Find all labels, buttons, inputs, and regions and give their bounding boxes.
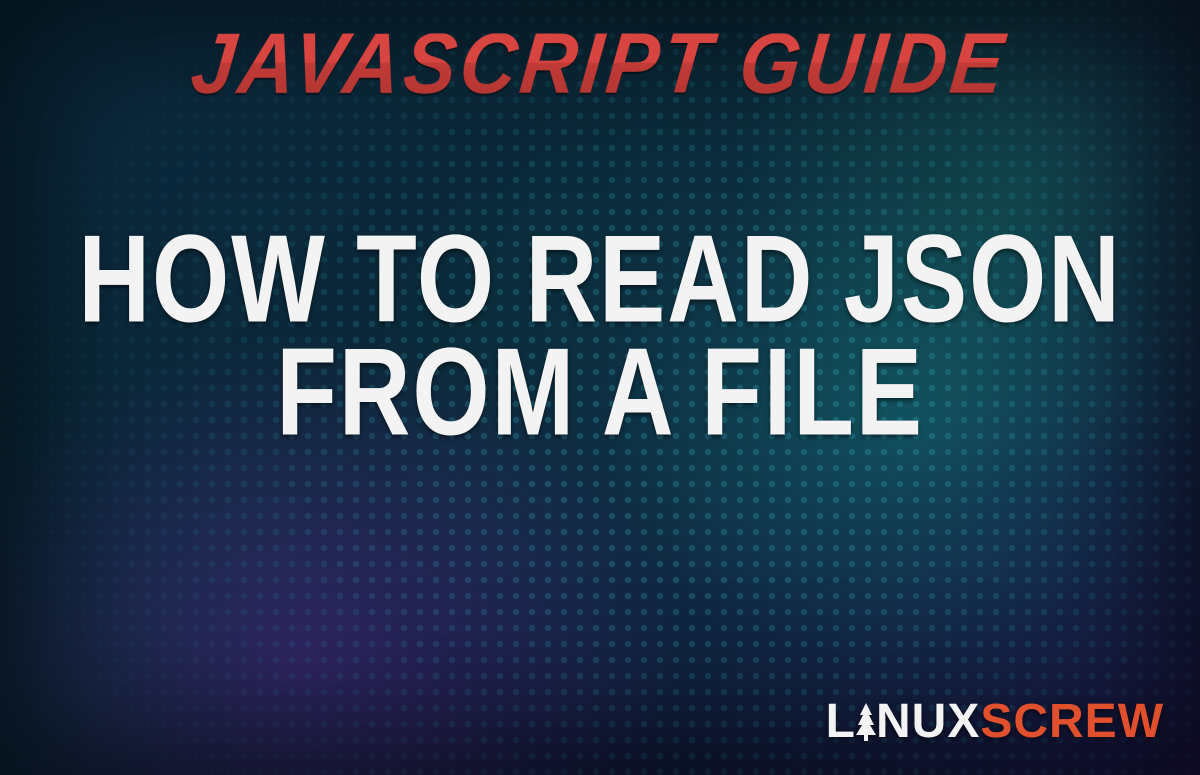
content-container: JAVASCRIPT GUIDE HOW TO READ JSON FROM A… <box>0 0 1200 775</box>
logo-text-linux: L NUX <box>826 694 981 749</box>
logo-text-screw: SCREW <box>980 694 1164 749</box>
tree-icon <box>854 700 878 742</box>
logo-letter-l: L <box>826 694 856 749</box>
title-wrapper: HOW TO READ JSON FROM A FILE <box>33 222 1167 449</box>
category-subtitle: JAVASCRIPT GUIDE <box>188 20 1012 106</box>
main-title-line2: FROM A FILE <box>78 327 1121 457</box>
logo-letters-nux: NUX <box>876 694 980 749</box>
brand-logo: L NUX SCREW <box>826 694 1164 749</box>
